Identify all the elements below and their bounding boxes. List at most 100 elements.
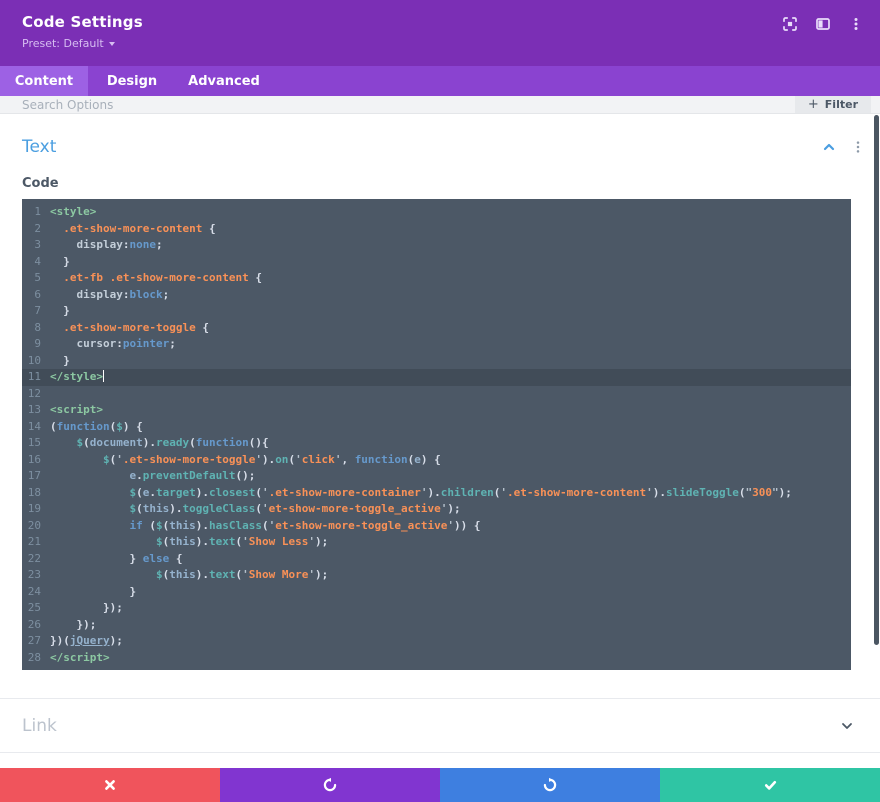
preset-selector[interactable]: Preset: Default [22,37,115,50]
modal-title: Code Settings [22,13,858,31]
code-line[interactable]: 15 $(document).ready(function(){ [22,435,851,452]
line-number: 4 [22,254,50,271]
line-number: 15 [22,435,50,452]
code-line[interactable]: 23 $(this).text('Show More'); [22,567,851,584]
undo-button[interactable] [220,768,440,802]
tab-bar: Content Design Advanced [0,66,880,96]
line-number: 10 [22,353,50,370]
code-line[interactable]: 10 } [22,353,851,370]
line-number: 11 [22,369,50,386]
line-number: 24 [22,584,50,601]
code-field-label: Code [22,176,880,191]
code-editor[interactable]: 1<style>2 .et-show-more-content {3 displ… [22,199,851,670]
link-section[interactable]: Link [0,699,880,752]
filter-button[interactable]: + Filter [795,96,871,113]
code-line[interactable]: 26 }); [22,617,851,634]
line-number: 17 [22,468,50,485]
line-number: 8 [22,320,50,337]
discard-button[interactable] [0,768,220,802]
ellipsis-vertical-icon [852,140,864,154]
line-number: 26 [22,617,50,634]
caret-down-icon [109,42,115,46]
line-number: 2 [22,221,50,238]
tab-design[interactable]: Design [88,66,176,96]
sidebar-layout-button[interactable] [814,15,831,32]
code-line[interactable]: 4 } [22,254,851,271]
filter-label: Filter [825,98,858,111]
line-number: 23 [22,567,50,584]
redo-icon [542,777,558,793]
text-section: Text Code 1<style>2 .et-sho [0,115,880,670]
save-button[interactable] [660,768,880,802]
code-line[interactable]: 22 } else { [22,551,851,568]
code-line[interactable]: 18 $(e.target).closest('.et-show-more-co… [22,485,851,502]
code-line[interactable]: 9 cursor:pointer; [22,336,851,353]
line-number: 20 [22,518,50,535]
code-line[interactable]: 27})(jQuery); [22,633,851,650]
ellipsis-vertical-icon [848,16,864,32]
code-settings-modal: Code Settings Preset: Default [0,0,880,802]
code-line[interactable]: 13<script> [22,402,851,419]
expand-icon [782,16,798,32]
code-line[interactable]: 7 } [22,303,851,320]
line-number: 14 [22,419,50,436]
text-cursor [103,370,105,382]
collapse-section-button[interactable] [821,139,837,155]
expand-modal-button[interactable] [781,15,798,32]
section-divider [0,752,880,753]
line-number: 9 [22,336,50,353]
line-number: 27 [22,633,50,650]
line-number: 1 [22,204,50,221]
check-icon [763,778,778,792]
line-number: 6 [22,287,50,304]
code-line[interactable]: 17 e.preventDefault(); [22,468,851,485]
code-line[interactable]: 6 display:block; [22,287,851,304]
code-line[interactable]: 28</script> [22,650,851,667]
footer-actions [0,768,880,802]
line-number: 12 [22,386,50,403]
line-number: 22 [22,551,50,568]
code-line[interactable]: 1<style> [22,204,851,221]
settings-content: Text Code 1<style>2 .et-sho [0,115,880,768]
code-line[interactable]: 8 .et-show-more-toggle { [22,320,851,337]
tab-advanced[interactable]: Advanced [176,66,272,96]
line-number: 19 [22,501,50,518]
line-number: 21 [22,534,50,551]
code-line[interactable]: 16 $('.et-show-more-toggle').on('click',… [22,452,851,469]
code-line[interactable]: 20 if ($(this).hasClass('et-show-more-to… [22,518,851,535]
undo-icon [322,777,338,793]
tab-content[interactable]: Content [0,66,88,96]
code-line[interactable]: 19 $(this).toggleClass('et-show-more-tog… [22,501,851,518]
section-title-text[interactable]: Text [22,137,56,157]
line-number: 13 [22,402,50,419]
search-options-bar: + Filter [0,96,880,114]
chevron-up-icon [822,141,836,153]
code-line[interactable]: 14(function($) { [22,419,851,436]
line-number: 5 [22,270,50,287]
code-line[interactable]: 5 .et-fb .et-show-more-content { [22,270,851,287]
chevron-down-icon [840,720,854,732]
search-input[interactable] [0,96,795,113]
code-line[interactable]: 2 .et-show-more-content { [22,221,851,238]
preset-label: Preset: Default [22,37,104,50]
code-line[interactable]: 11</style> [22,369,851,386]
more-options-button[interactable] [847,15,864,32]
line-number: 25 [22,600,50,617]
section-title-link: Link [22,716,57,736]
sidebar-layout-icon [815,16,831,32]
line-number: 18 [22,485,50,502]
line-number: 3 [22,237,50,254]
section-menu-button[interactable] [850,139,866,155]
scrollbar-thumb[interactable] [874,115,879,645]
redo-button[interactable] [440,768,660,802]
code-line[interactable]: 12 [22,386,851,403]
code-line[interactable]: 3 display:none; [22,237,851,254]
code-line[interactable]: 21 $(this).text('Show Less'); [22,534,851,551]
modal-header: Code Settings Preset: Default [0,0,880,66]
line-number: 28 [22,650,50,667]
code-line[interactable]: 25 }); [22,600,851,617]
line-number: 16 [22,452,50,469]
line-number: 7 [22,303,50,320]
code-line[interactable]: 24 } [22,584,851,601]
close-icon [103,778,117,792]
